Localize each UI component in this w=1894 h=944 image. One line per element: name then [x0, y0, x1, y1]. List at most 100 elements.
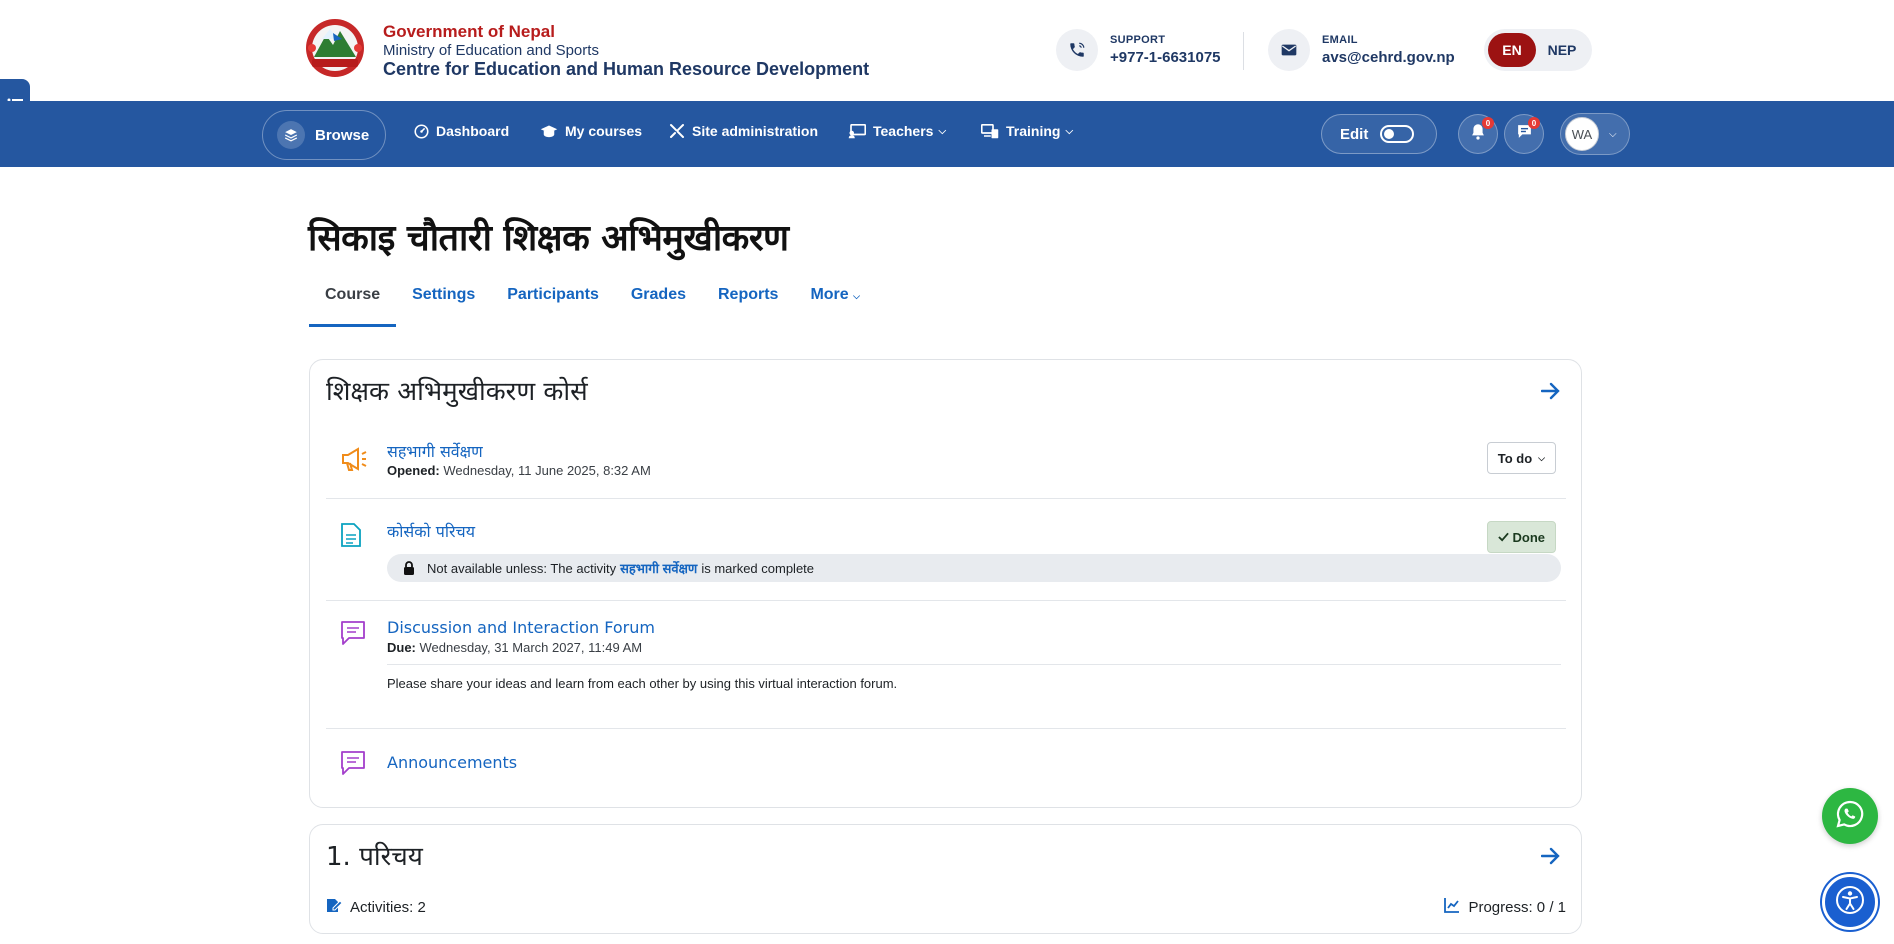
activity-link[interactable]: Announcements	[387, 753, 517, 772]
nav-my-courses-label: My courses	[565, 123, 643, 139]
nav-dashboard-label: Dashboard	[436, 123, 510, 139]
activities-label: Activities: 2	[350, 898, 426, 916]
completion-todo-button[interactable]: To do ⌵	[1486, 442, 1556, 474]
organization-name: Government of Nepal Ministry of Educatio…	[383, 22, 869, 79]
arrow-right-icon[interactable]	[1540, 382, 1561, 405]
activity-dates: Opened: Wednesday, 11 June 2025, 8:32 AM	[387, 463, 651, 478]
done-label: Done	[1512, 529, 1546, 545]
due-label: Due:	[387, 640, 416, 655]
activity-link[interactable]: Discussion and Interaction Forum	[387, 618, 655, 637]
email-address[interactable]: avs@cehrd.gov.np	[1322, 49, 1455, 66]
tools-icon	[669, 123, 685, 139]
tab-course[interactable]: Course	[309, 279, 397, 327]
completion-done-button[interactable]: Done	[1486, 521, 1556, 553]
browse-button[interactable]: Browse	[262, 110, 386, 160]
support-label: SUPPORT	[1110, 34, 1166, 46]
availability-restriction: Not available unless: The activity सहभाग…	[387, 554, 1561, 582]
primary-navbar: Browse Dashboard My courses Site adminis…	[0, 101, 1894, 167]
tab-participants[interactable]: Participants	[491, 279, 615, 327]
email-label: EMAIL	[1322, 34, 1358, 46]
activity-link[interactable]: कोर्सको परिचय	[387, 520, 475, 542]
messages-count-badge: 0	[1528, 117, 1540, 129]
gov-title: Government of Nepal	[383, 22, 555, 41]
course-tabs: Course Settings Participants Grades Repo…	[309, 279, 876, 327]
restriction-activity-link[interactable]: सहभागी सर्वेक्षण	[620, 559, 697, 577]
activities-count: Activities: 2	[326, 897, 426, 917]
support-contact[interactable]: SUPPORT +977-1-6631075	[1056, 29, 1221, 71]
activity-item: कोर्सको परिचय Done Not available unless:…	[326, 518, 1566, 588]
lang-nep-button[interactable]: NEP	[1536, 42, 1588, 58]
section-summary: Activities: 2 Progress: 0 / 1	[326, 897, 1566, 919]
whatsapp-icon	[1836, 800, 1864, 833]
nav-teachers-label: Teachers	[873, 123, 934, 139]
notifications-count-badge: 0	[1482, 117, 1494, 129]
opened-date: Wednesday, 11 June 2025, 8:32 AM	[443, 463, 651, 478]
course-section-card: 1. परिचय Activities: 2 Progress: 0 / 1	[309, 824, 1582, 934]
progress-summary: Progress: 0 / 1	[1444, 897, 1566, 917]
email-contact[interactable]: EMAIL avs@cehrd.gov.np	[1268, 29, 1455, 71]
devices-icon	[981, 123, 999, 139]
megaphone-icon	[340, 446, 368, 477]
chevron-down-icon: ⌵	[1609, 128, 1617, 140]
activity-dates: Due: Wednesday, 31 March 2027, 11:49 AM	[387, 640, 642, 655]
layers-icon	[277, 121, 305, 149]
nav-training[interactable]: Training ⌵	[981, 123, 1073, 139]
nav-teachers[interactable]: Teachers ⌵	[848, 123, 946, 139]
support-number[interactable]: +977-1-6631075	[1110, 49, 1221, 66]
forum-icon	[340, 750, 366, 781]
header-divider	[1243, 32, 1244, 70]
language-switcher: EN NEP	[1484, 29, 1592, 71]
activity-item: सहभागी सर्वेक्षण Opened: Wednesday, 11 J…	[326, 440, 1566, 480]
divider	[326, 728, 1566, 729]
nav-my-courses[interactable]: My courses	[540, 123, 642, 139]
section-title[interactable]: 1. परिचय	[326, 837, 423, 873]
graduation-cap-icon	[540, 124, 558, 139]
chevron-down-icon: ⌵	[1065, 125, 1074, 137]
check-icon	[1497, 530, 1509, 545]
nav-site-administration-label: Site administration	[692, 123, 819, 139]
activity-link[interactable]: सहभागी सर्वेक्षण	[387, 440, 483, 462]
tab-grades[interactable]: Grades	[615, 279, 702, 327]
divider	[326, 600, 1566, 601]
course-section-card: शिक्षक अभिमुखीकरण कोर्स सहभागी सर्वेक्षण…	[309, 359, 1582, 808]
tab-settings[interactable]: Settings	[396, 279, 491, 327]
whatsapp-chat-button[interactable]	[1822, 788, 1878, 844]
dashboard-icon	[414, 123, 429, 139]
messages-button[interactable]: 0	[1504, 114, 1544, 154]
envelope-icon	[1268, 29, 1310, 71]
tab-more-label: More	[810, 286, 849, 303]
edit-label: Edit	[1340, 125, 1369, 143]
tab-reports[interactable]: Reports	[702, 279, 794, 327]
edit-document-icon	[326, 897, 350, 917]
section-title[interactable]: शिक्षक अभिमुखीकरण कोर्स	[326, 372, 588, 408]
phone-icon	[1056, 29, 1098, 71]
edit-mode-toggle[interactable]: Edit	[1321, 114, 1437, 154]
nav-dashboard[interactable]: Dashboard	[414, 123, 509, 139]
arrow-right-icon[interactable]	[1540, 847, 1561, 870]
forum-icon	[340, 620, 366, 651]
nav-training-label: Training	[1006, 123, 1061, 139]
tab-more[interactable]: More ⌵	[794, 279, 876, 327]
lang-en-button[interactable]: EN	[1488, 33, 1536, 67]
activity-description: Please share your ideas and learn from e…	[387, 676, 898, 691]
chevron-down-icon: ⌵	[938, 125, 947, 137]
restriction-suffix: is marked complete	[701, 560, 815, 576]
centre-name: Centre for Education and Human Resource …	[383, 58, 870, 79]
activity-item: Announcements	[326, 750, 1566, 790]
toggle-switch[interactable]	[1380, 125, 1415, 143]
nav-site-administration[interactable]: Site administration	[669, 123, 818, 139]
site-header: Government of Nepal Ministry of Educatio…	[0, 0, 1894, 101]
chevron-down-icon: ⌵	[853, 291, 860, 301]
nepal-emblem-logo[interactable]	[300, 17, 370, 79]
notifications-button[interactable]: 0	[1458, 114, 1498, 154]
user-menu[interactable]: WA ⌵	[1560, 113, 1630, 155]
divider	[326, 498, 1566, 499]
chevron-down-icon: ⌵	[1538, 452, 1545, 463]
restriction-text: Not available unless: The activity	[427, 560, 617, 576]
progress-label: Progress: 0 / 1	[1468, 898, 1566, 916]
chart-line-icon	[1444, 897, 1468, 917]
activity-item: Discussion and Interaction Forum Due: We…	[326, 618, 1566, 708]
user-avatar: WA	[1565, 117, 1599, 151]
accessibility-icon	[1835, 885, 1865, 920]
accessibility-button[interactable]	[1822, 874, 1878, 930]
